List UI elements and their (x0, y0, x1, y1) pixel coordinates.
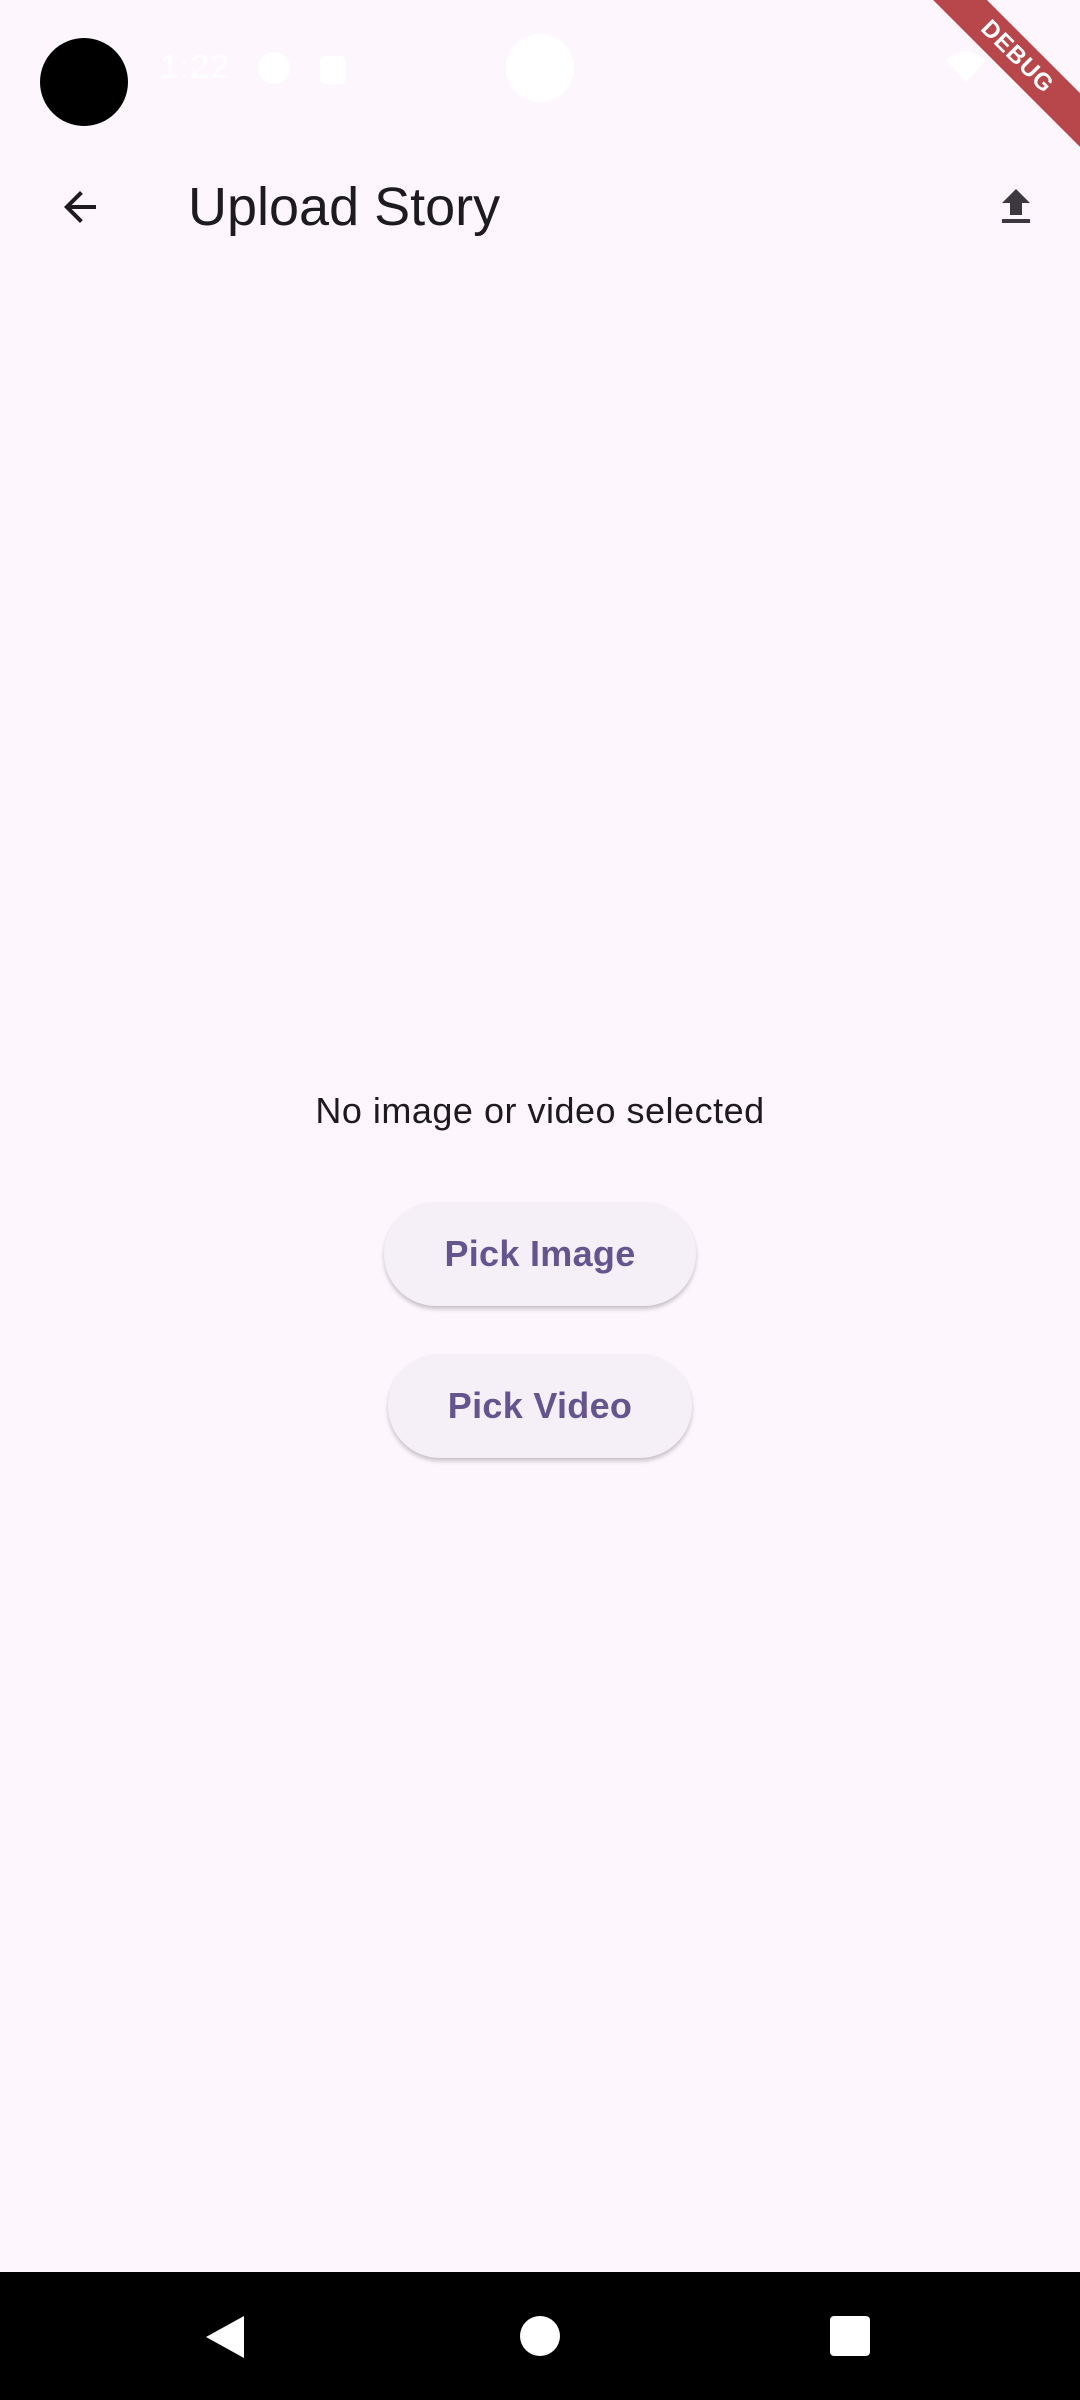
wifi-icon (946, 52, 986, 82)
signal-icon (1006, 52, 1040, 84)
status-bar: 1:22 (0, 0, 1080, 140)
upload-icon (1002, 189, 1030, 223)
arrow-back-icon (64, 191, 96, 223)
page-title: Upload Story (188, 177, 501, 237)
back-button[interactable] (32, 159, 128, 255)
gear-icon (258, 52, 290, 84)
nav-home-icon[interactable] (520, 2316, 560, 2356)
upload-button[interactable] (968, 159, 1064, 255)
nav-recents-icon[interactable] (830, 2316, 870, 2356)
camera-cutout (40, 38, 128, 126)
pick-video-button[interactable]: Pick Video (388, 1354, 692, 1458)
app-bar: Upload Story (0, 140, 1080, 274)
lock-icon (320, 56, 346, 84)
status-time: 1:22 (160, 48, 231, 86)
nav-back-icon[interactable] (200, 2312, 250, 2362)
pick-image-button[interactable]: Pick Image (384, 1202, 696, 1306)
empty-state-message: No image or video selected (315, 1090, 765, 1131)
status-center-dot (506, 34, 574, 102)
navigation-bar (0, 2272, 1080, 2400)
